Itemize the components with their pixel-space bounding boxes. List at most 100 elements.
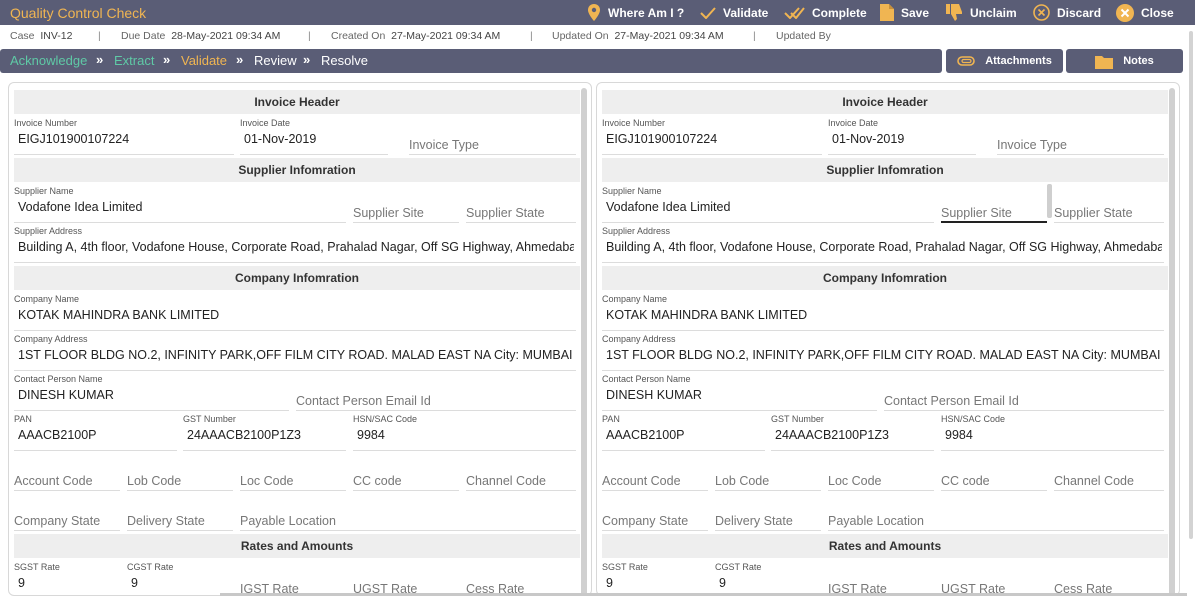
lob-code-field[interactable]: Lob Code [127,454,233,491]
pan-field[interactable]: PAN AAACB2100P [602,414,765,451]
validate-button[interactable]: Validate [700,0,768,25]
account-code-field[interactable]: Account Code [602,454,708,491]
workflow-step-review[interactable]: Review [254,53,297,68]
workflow-step-validate[interactable]: Validate [181,53,227,68]
company-name-field-value[interactable]: KOTAK MAHINDRA BANK LIMITED [606,308,1162,322]
workflow-step-acknowledge[interactable]: Acknowledge [10,53,87,68]
separator: | [530,30,533,42]
sgst-rate-field[interactable]: SGST Rate 9 [14,562,120,595]
cess-rate-field[interactable]: Cess Rate [1054,562,1164,595]
channel-code-field[interactable]: Channel Code [466,454,576,491]
company-name-field-value[interactable]: KOTAK MAHINDRA BANK LIMITED [18,308,574,322]
invoice-number-field-value[interactable]: EIGJ101900107224 [606,132,820,146]
supplier-address-field-value[interactable]: Building A, 4th floor, Vodafone House, C… [18,240,574,254]
invoice-date-field[interactable]: Invoice Date 01-Nov-2019 [240,118,388,155]
contact-email-field[interactable]: Contact Person Email Id [296,374,576,411]
close-button[interactable]: Close [1116,0,1174,25]
cess-rate-field[interactable]: Cess Rate [466,562,576,595]
pan-field-value[interactable]: AAACB2100P [606,428,763,442]
contact-email-field[interactable]: Contact Person Email Id [884,374,1164,411]
sgst-rate-field-value[interactable]: 9 [606,576,706,590]
cgst-rate-field[interactable]: CGST Rate 9 [715,562,821,595]
contact-person-field[interactable]: Contact Person Name DINESH KUMAR [602,374,877,411]
invoice-number-field[interactable]: Invoice Number EIGJ101900107224 [602,118,822,155]
contact-person-field-value[interactable]: DINESH KUMAR [18,388,287,402]
company-address-field[interactable]: Company Address 1ST FLOOR BLDG NO.2, INFI… [14,334,576,371]
supplier-site-scroll-thumb[interactable] [1047,184,1052,218]
contact-person-field-value[interactable]: DINESH KUMAR [606,388,875,402]
invoice-type-field[interactable]: Invoice Type [997,118,1164,155]
invoice-type-field[interactable]: Invoice Type [409,118,576,155]
company-name-field[interactable]: Company Name KOTAK MAHINDRA BANK LIMITED [602,294,1164,331]
supplier-site-field[interactable]: Supplier Site [353,186,459,223]
gst-number-field-value[interactable]: 24AAACB2100P1Z3 [187,428,344,442]
cc-code-field[interactable]: CC code [941,454,1047,491]
workflow-step-extract[interactable]: Extract [114,53,154,68]
supplier-name-field[interactable]: Supplier Name Vodafone Idea Limited [14,186,346,223]
supplier-name-field[interactable]: Supplier Name Vodafone Idea Limited [602,186,934,223]
loc-code-field[interactable]: Loc Code [240,454,346,491]
supplier-state-field[interactable]: Supplier State [466,186,576,223]
supplier-site-field[interactable]: Supplier Site [941,186,1047,223]
gst-number-field[interactable]: GST Number 24AAACB2100P1Z3 [183,414,346,451]
account-code-field[interactable]: Account Code [14,454,120,491]
complete-label: Complete [812,5,867,20]
invoice-number-field-value[interactable]: EIGJ101900107224 [18,132,232,146]
cc-code-field[interactable]: CC code [353,454,459,491]
cgst-rate-field[interactable]: CGST Rate 9 [127,562,233,595]
workflow-step-resolve[interactable]: Resolve [321,53,368,68]
discard-button[interactable]: Discard [1033,0,1101,25]
invoice-date-field-value[interactable]: 01-Nov-2019 [244,132,386,146]
invoice-number-field[interactable]: Invoice Number EIGJ101900107224 [14,118,234,155]
ugst-rate-field[interactable]: UGST Rate [941,562,1047,595]
supplier-address-field[interactable]: Supplier Address Building A, 4th floor, V… [14,226,576,263]
cgst-rate-field-value[interactable]: 9 [131,576,231,590]
loc-code-field[interactable]: Loc Code [828,454,934,491]
company-address-field-value[interactable]: 1ST FLOOR BLDG NO.2, INFINITY PARK,OFF F… [606,348,1162,362]
save-button[interactable]: Save [880,0,929,25]
company-name-field[interactable]: Company Name KOTAK MAHINDRA BANK LIMITED [14,294,576,331]
payable-location-field[interactable]: Payable Location [240,494,576,531]
supplier-state-field[interactable]: Supplier State [1054,186,1164,223]
unclaim-button[interactable]: Unclaim [946,0,1017,25]
hsn-code-field-value[interactable]: 9984 [945,428,1162,442]
vertical-scrollbar[interactable] [1187,25,1195,596]
cgst-rate-field-value[interactable]: 9 [719,576,819,590]
invoice-date-field-value[interactable]: 01-Nov-2019 [832,132,974,146]
scrollbar-thumb[interactable] [1189,31,1193,539]
delivery-state-field[interactable]: Delivery State [715,494,821,531]
gst-number-field-value[interactable]: 24AAACB2100P1Z3 [775,428,932,442]
lob-code-field[interactable]: Lob Code [715,454,821,491]
where-am-i-button[interactable]: Where Am I ? [587,0,684,25]
payable-location-field[interactable]: Payable Location [828,494,1164,531]
panel-scrollbar[interactable] [581,88,587,595]
sgst-rate-field[interactable]: SGST Rate 9 [602,562,708,595]
complete-button[interactable]: Complete [784,0,867,25]
where-am-i-label: Where Am I ? [608,5,685,20]
company-address-field-value[interactable]: 1ST FLOOR BLDG NO.2, INFINITY PARK,OFF F… [18,348,574,362]
supplier-address-field-value[interactable]: Building A, 4th floor, Vodafone House, C… [606,240,1162,254]
supplier-name-field-value[interactable]: Vodafone Idea Limited [18,200,344,214]
pan-field-value[interactable]: AAACB2100P [18,428,175,442]
invoice-date-field[interactable]: Invoice Date 01-Nov-2019 [828,118,976,155]
panel-scrollbar[interactable] [1169,88,1175,595]
channel-code-field[interactable]: Channel Code [1054,454,1164,491]
delivery-state-field[interactable]: Delivery State [127,494,233,531]
supplier-name-field-value[interactable]: Vodafone Idea Limited [606,200,932,214]
hsn-code-field-value[interactable]: 9984 [357,428,574,442]
hsn-code-field[interactable]: HSN/SAC Code 9984 [353,414,576,451]
company-state-field[interactable]: Company State [14,494,120,531]
company-state-field[interactable]: Company State [602,494,708,531]
igst-rate-field[interactable]: IGST Rate [828,562,934,595]
hsn-code-field[interactable]: HSN/SAC Code 9984 [941,414,1164,451]
igst-rate-field[interactable]: IGST Rate [240,562,346,595]
supplier-address-field[interactable]: Supplier Address Building A, 4th floor, V… [602,226,1164,263]
ugst-rate-field[interactable]: UGST Rate [353,562,459,595]
pan-field[interactable]: PAN AAACB2100P [14,414,177,451]
attachments-button[interactable]: Attachments [946,49,1063,73]
company-address-field[interactable]: Company Address 1ST FLOOR BLDG NO.2, INFI… [602,334,1164,371]
gst-number-field[interactable]: GST Number 24AAACB2100P1Z3 [771,414,934,451]
notes-button[interactable]: Notes [1066,49,1183,73]
contact-person-field[interactable]: Contact Person Name DINESH KUMAR [14,374,289,411]
sgst-rate-field-value[interactable]: 9 [18,576,118,590]
